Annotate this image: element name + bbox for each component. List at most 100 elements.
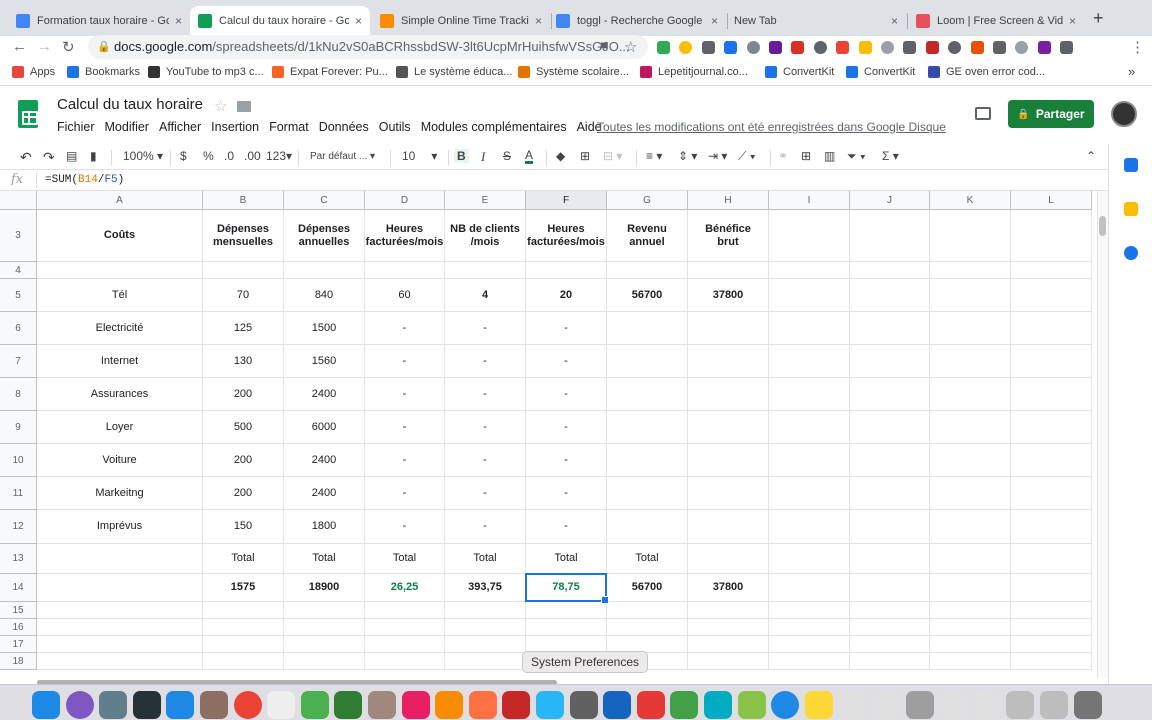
grid-cell[interactable] [1011,444,1092,477]
grid-cell[interactable] [1011,477,1092,510]
grid-cell[interactable]: Markeitng [37,477,203,510]
extension-icon[interactable] [746,41,760,54]
chrome-icon[interactable] [1040,691,1068,719]
row-header[interactable]: 6 [0,312,37,345]
grid-cell[interactable]: Coûts [37,210,203,262]
grid-cell[interactable] [850,262,930,279]
grid-cell[interactable]: - [445,345,526,378]
extension-icon[interactable] [657,41,670,54]
grid-cell[interactable] [37,262,203,279]
grid-cell[interactable] [769,279,850,312]
maps-icon[interactable] [737,691,766,719]
column-header[interactable]: A [37,191,203,210]
grid-cell[interactable] [284,262,365,279]
grid-cell[interactable] [688,653,769,670]
extension-icon[interactable] [925,41,939,54]
grid-cell[interactable]: - [365,345,445,378]
browser-menu-icon[interactable]: ⋮ [1130,38,1145,56]
tab-close-icon[interactable]: × [355,14,362,28]
grid-cell[interactable] [930,210,1011,262]
grid-cell[interactable] [445,619,526,636]
grid-cell[interactable] [1011,653,1092,670]
decrease-decimal-button[interactable]: .0 [224,149,234,163]
photos-icon[interactable] [468,691,497,719]
row-header[interactable]: 16 [0,619,37,636]
network-icon[interactable] [670,691,699,719]
trash-icon[interactable] [1073,691,1102,719]
star-icon[interactable]: ☆ [214,97,227,115]
grid-cell[interactable]: - [526,477,607,510]
grid-cell[interactable] [930,279,1011,312]
row-header[interactable]: 5 [0,279,37,312]
grid-cell[interactable] [445,262,526,279]
bookmark-item[interactable]: ConvertKit [765,66,834,78]
menu-item[interactable]: Modifier [105,120,149,134]
grid-cell[interactable] [769,312,850,345]
redo-icon[interactable]: ↷ [43,149,55,166]
grid-cell[interactable]: 200 [203,477,284,510]
grid-cell[interactable] [688,510,769,544]
grid-cell[interactable] [688,544,769,574]
row-header[interactable]: 10 [0,444,37,477]
grid-cell[interactable] [607,602,688,619]
column-header[interactable]: C [284,191,365,210]
grid-cell[interactable] [688,477,769,510]
grid-cell[interactable] [769,262,850,279]
grid-cell[interactable] [930,510,1011,544]
grid-cell[interactable] [607,378,688,411]
browser-tab[interactable]: toggl - Recherche Google × [548,6,726,36]
italic-button[interactable]: I [481,149,485,165]
vertical-scroll-thumb[interactable] [1099,216,1106,236]
increase-decimal-button[interactable]: .00 [244,149,261,163]
browser-tab[interactable]: Loom | Free Screen & Video × [908,6,1084,36]
row-header[interactable]: 18 [0,653,37,670]
grid-cell[interactable]: Heures facturées/mois [526,210,607,262]
grid-cell[interactable]: Dépenses annuelles [284,210,365,262]
new-tab-button[interactable]: + [1093,8,1104,29]
bookmark-item[interactable]: Expat Forever: Pu... [272,66,388,78]
grid-cell[interactable]: - [445,312,526,345]
grid-cell[interactable] [769,544,850,574]
grid-cell[interactable] [284,653,365,670]
fill-color-icon[interactable]: ◆ [556,149,565,163]
grid-cell[interactable]: 2400 [284,477,365,510]
grid-cell[interactable] [365,262,445,279]
extension-icon[interactable] [1060,41,1074,54]
more-formats-select[interactable]: 123▾ [266,149,292,163]
grid-cell[interactable] [850,210,930,262]
grid-cell[interactable] [930,262,1011,279]
grid-cell[interactable]: 1575 [203,574,284,602]
grid-cell[interactable] [607,345,688,378]
grid-cell[interactable] [526,619,607,636]
grid-cell[interactable] [1011,378,1092,411]
bookmark-item[interactable]: Système scolaire... [518,66,629,78]
column-header[interactable]: L [1011,191,1092,210]
column-header[interactable]: F [526,191,607,210]
grid-cell[interactable]: Dépenses mensuelles [203,210,284,262]
grid-cell[interactable] [203,636,284,653]
notes-icon[interactable] [368,691,396,719]
grid-cell[interactable] [850,544,930,574]
chrome-icon[interactable] [233,691,262,719]
menu-item[interactable]: Insertion [211,120,259,134]
column-header[interactable]: D [365,191,445,210]
preview-icon[interactable] [200,691,228,719]
grid-cell[interactable] [607,262,688,279]
grid-cell[interactable]: - [445,444,526,477]
grid-cell[interactable]: 500 [203,411,284,444]
bookmark-item[interactable]: YouTube to mp3 c... [148,66,264,78]
row-header[interactable]: 17 [0,636,37,653]
share-button[interactable]: 🔒 Partager [1008,100,1094,128]
grid-cell[interactable]: Total [203,544,284,574]
tab-close-icon[interactable]: × [711,14,718,28]
functions-button[interactable]: Σ ▾ [882,149,899,163]
column-header[interactable]: E [445,191,526,210]
text-rotation-icon[interactable]: ⟋ ▾ [738,149,756,164]
bookmark-item[interactable]: Lepetitjournal.co... [640,66,748,78]
grid-cell[interactable]: 18900 [284,574,365,602]
grid-cell[interactable] [688,378,769,411]
grid-cell[interactable]: Electricité [37,312,203,345]
row-header[interactable]: 8 [0,378,37,411]
grid-cell[interactable]: - [445,411,526,444]
grid-cell[interactable] [769,345,850,378]
